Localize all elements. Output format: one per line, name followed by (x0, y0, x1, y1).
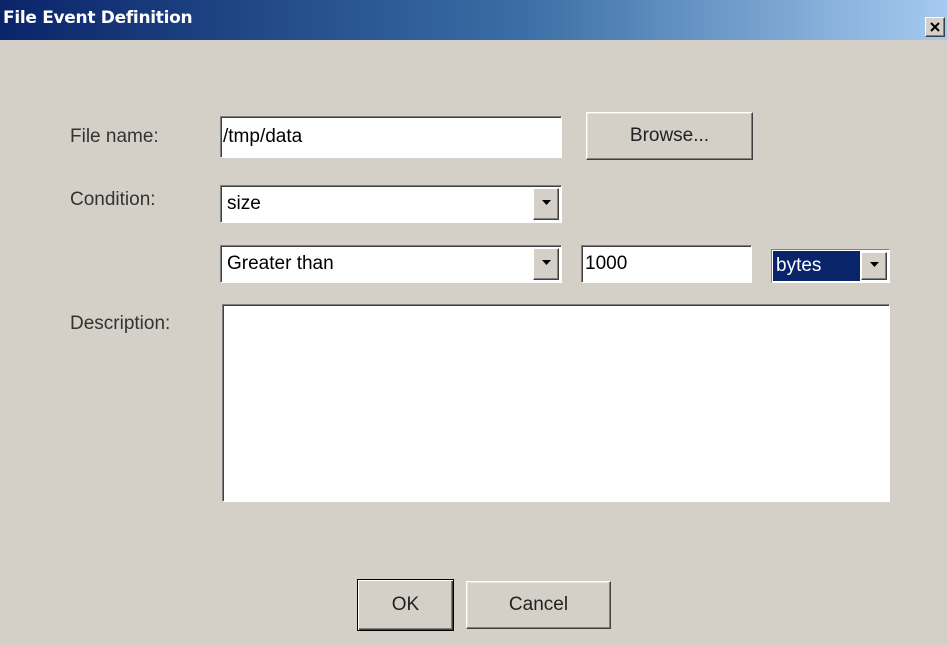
condition-selected-value: size (227, 193, 261, 214)
units-selected-value: bytes (773, 251, 860, 281)
window-title: File Event Definition (3, 8, 193, 28)
comparison-dropdown-button[interactable] (533, 248, 559, 280)
comparison-selected-value: Greater than (227, 253, 334, 274)
ok-button[interactable]: OK (357, 579, 454, 631)
close-button[interactable] (925, 17, 945, 37)
condition-dropdown-button[interactable] (533, 188, 559, 220)
condition-select[interactable]: size (220, 185, 562, 223)
file-event-definition-dialog: File Event Definition File name: /tmp/da… (0, 0, 947, 645)
cancel-button[interactable]: Cancel (466, 581, 611, 629)
units-select[interactable]: bytes (771, 249, 890, 283)
browse-button[interactable]: Browse... (586, 112, 753, 160)
title-bar: File Event Definition (0, 0, 947, 40)
file-name-label: File name: (70, 126, 159, 147)
comparison-select[interactable]: Greater than (220, 245, 562, 283)
units-dropdown-button[interactable] (861, 252, 887, 280)
description-label: Description: (70, 313, 171, 334)
file-name-input[interactable]: /tmp/data (220, 116, 562, 158)
condition-label: Condition: (70, 189, 156, 210)
threshold-input[interactable]: 1000 (581, 245, 752, 283)
description-textarea[interactable] (222, 304, 890, 502)
